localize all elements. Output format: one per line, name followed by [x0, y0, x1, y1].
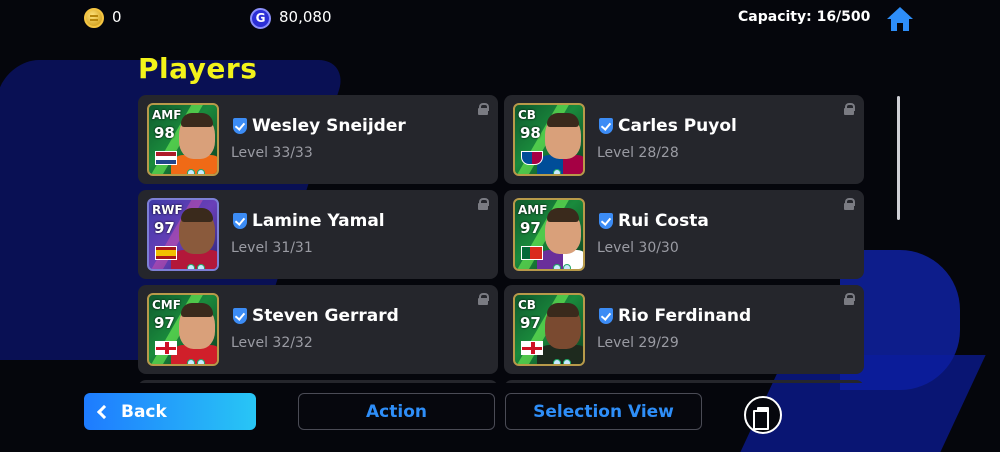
portugal-flag-icon [521, 246, 543, 260]
player-card[interactable]: AMF 98 Wesley Sneijder Level 33/33 [138, 95, 498, 184]
player-face [545, 208, 581, 254]
document-icon [753, 407, 769, 430]
action-button-label: Action [366, 401, 427, 422]
player-card[interactable]: CB 98 Carles Puyol Level 28/28 [504, 95, 864, 184]
position-label: RWF [152, 203, 183, 217]
lock-icon[interactable] [844, 198, 855, 210]
rating-label: 97 [154, 219, 175, 237]
player-name: Rio Ferdinand [618, 306, 752, 326]
verified-icon [233, 118, 247, 134]
england-flag-icon [155, 341, 177, 355]
coin-icon [84, 8, 104, 28]
player-level: Level 29/29 [597, 335, 679, 351]
position-label: CB [518, 298, 536, 312]
player-face [179, 208, 215, 254]
selection-view-button-label: Selection View [533, 401, 674, 422]
back-button-label: Back [121, 401, 167, 422]
player-card[interactable]: AMF 97 Rui Costa Level 30/30 [504, 190, 864, 279]
skill-icons [551, 352, 577, 364]
rating-label: 97 [520, 219, 541, 237]
rating-label: 97 [154, 314, 175, 332]
back-button[interactable]: Back [84, 393, 256, 430]
player-card[interactable] [504, 380, 864, 383]
page-title: Players [138, 52, 258, 85]
verified-icon [599, 118, 613, 134]
position-label: AMF [518, 203, 548, 217]
player-card[interactable]: RWF 97 Lamine Yamal Level 31/31 [138, 190, 498, 279]
skill-icons [185, 257, 211, 269]
selection-view-button[interactable]: Selection View [505, 393, 702, 430]
player-card-image: AMF 98 [147, 103, 219, 176]
player-card-image: CB 97 [513, 293, 585, 366]
gp-value: 80,080 [279, 8, 332, 26]
player-name: Wesley Sneijder [252, 116, 406, 136]
verified-icon [599, 308, 613, 324]
verified-icon [599, 213, 613, 229]
skill-icons [551, 162, 577, 174]
player-card-image: AMF 97 [513, 198, 585, 271]
spain-flag-icon [155, 246, 177, 260]
chevron-left-icon [96, 404, 112, 419]
player-level: Level 33/33 [231, 145, 313, 161]
skill-icons [185, 162, 211, 174]
barcelona-crest-icon [521, 151, 543, 165]
action-button[interactable]: Action [298, 393, 495, 430]
position-label: CMF [152, 298, 181, 312]
rating-label: 98 [520, 124, 541, 142]
player-face [179, 303, 215, 349]
lock-icon[interactable] [844, 103, 855, 115]
rating-label: 98 [154, 124, 175, 142]
player-face [545, 113, 581, 159]
position-label: CB [518, 108, 536, 122]
verified-icon [233, 213, 247, 229]
england-flag-icon [521, 341, 543, 355]
player-name: Rui Costa [618, 211, 709, 231]
capacity-label: Capacity: 16/500 [738, 9, 871, 25]
player-card-image: CB 98 [513, 103, 585, 176]
player-name: Carles Puyol [618, 116, 737, 136]
player-level: Level 28/28 [597, 145, 679, 161]
gp-icon: G [250, 8, 271, 29]
top-bar: 0 G 80,080 Capacity: 16/500 [0, 0, 1000, 36]
position-label: AMF [152, 108, 182, 122]
player-face [179, 113, 215, 159]
verified-icon [233, 308, 247, 324]
player-face [545, 303, 581, 349]
lock-icon[interactable] [844, 293, 855, 305]
coins-value: 0 [112, 8, 122, 26]
player-level: Level 31/31 [231, 240, 313, 256]
player-name: Lamine Yamal [252, 211, 385, 231]
player-list: AMF 98 Wesley Sneijder Level 33/33 CB 98… [138, 95, 864, 383]
player-name: Steven Gerrard [252, 306, 399, 326]
player-card[interactable] [138, 380, 498, 383]
rating-label: 97 [520, 314, 541, 332]
player-level: Level 30/30 [597, 240, 679, 256]
scrollbar[interactable] [897, 96, 900, 220]
player-level: Level 32/32 [231, 335, 313, 351]
netherlands-flag-icon [155, 151, 177, 165]
home-icon[interactable] [886, 6, 914, 32]
player-card[interactable]: CB 97 Rio Ferdinand Level 29/29 [504, 285, 864, 374]
player-card-image: CMF 97 [147, 293, 219, 366]
skill-icons [551, 257, 577, 269]
player-card-image: RWF 97 [147, 198, 219, 271]
lock-icon[interactable] [478, 103, 489, 115]
skill-icons [185, 352, 211, 364]
lock-icon[interactable] [478, 198, 489, 210]
lock-icon[interactable] [478, 293, 489, 305]
document-button[interactable] [744, 396, 782, 434]
player-card[interactable]: CMF 97 Steven Gerrard Level 32/32 [138, 285, 498, 374]
